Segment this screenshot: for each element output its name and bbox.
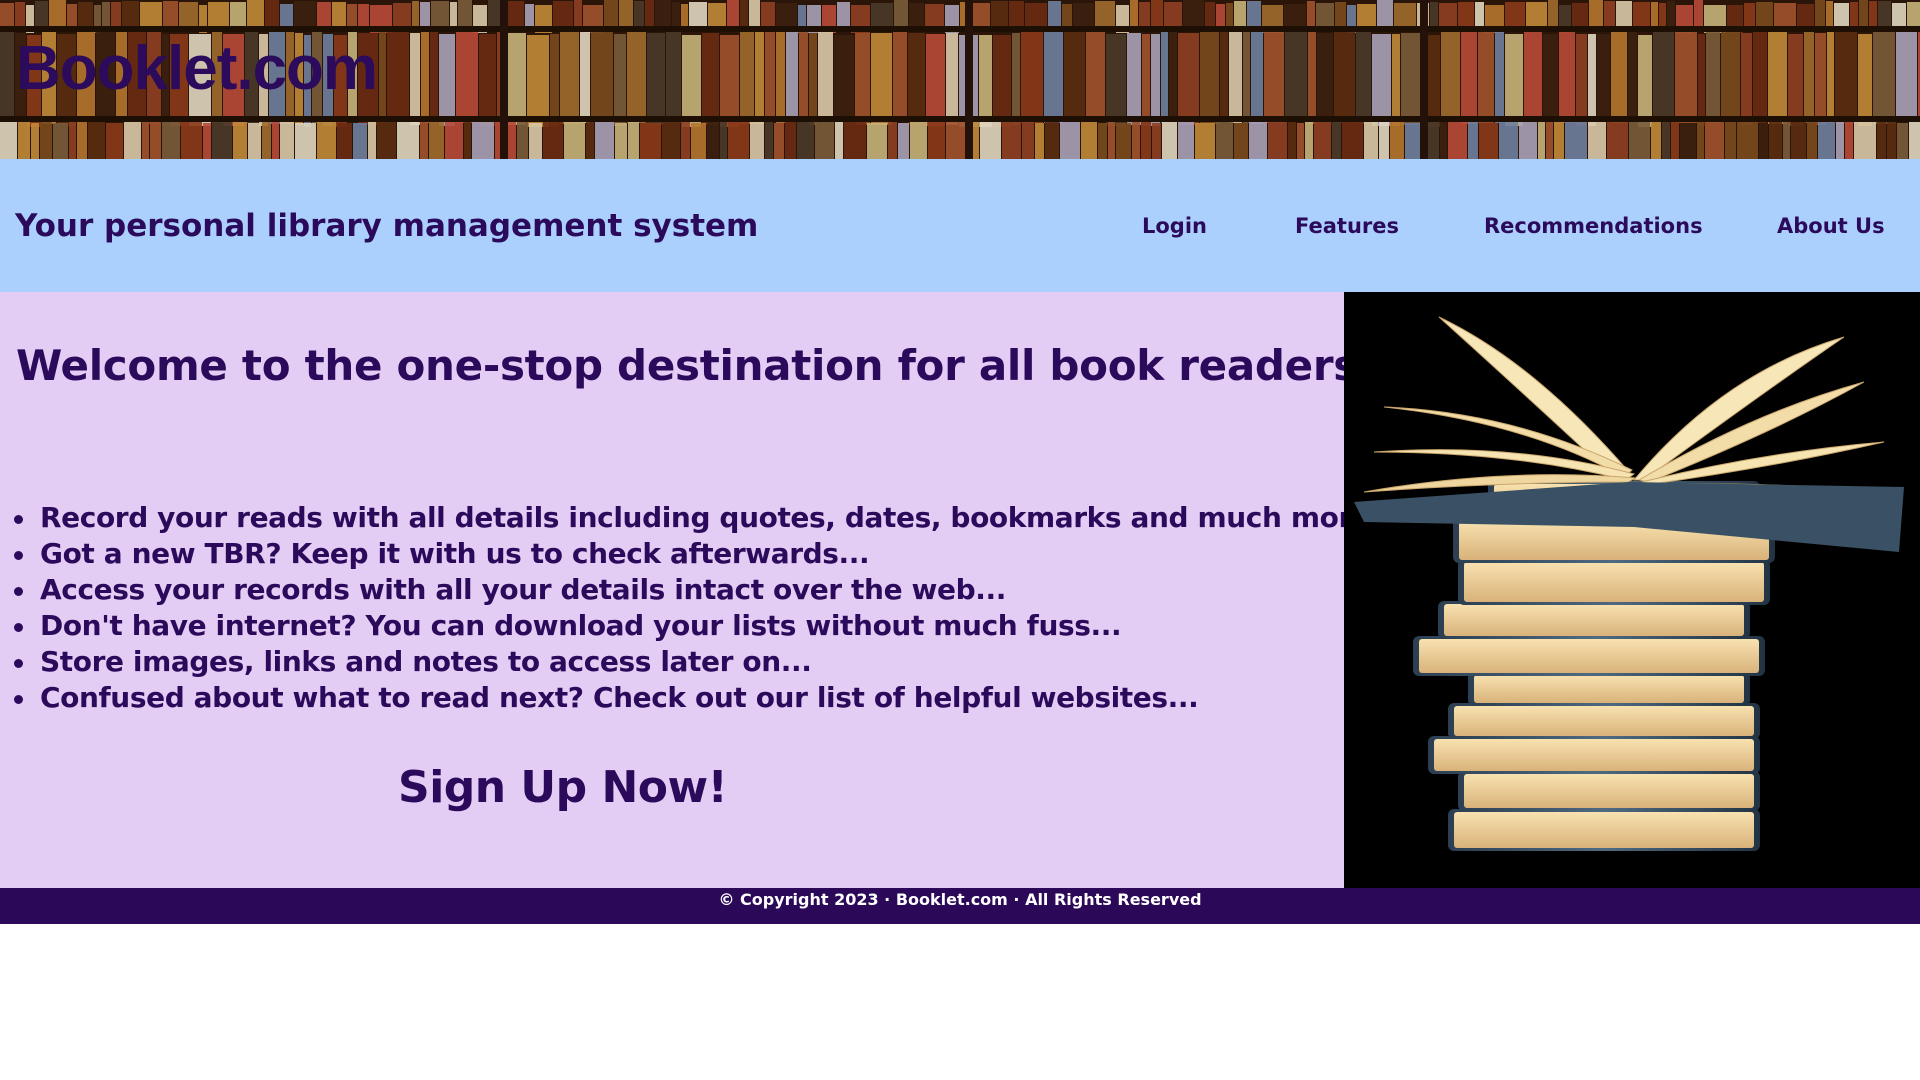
welcome-heading: Welcome to the one-stop destination for …	[16, 341, 1377, 390]
site-logo[interactable]: Booklet.com	[16, 38, 378, 100]
feature-list-item: Record your reads with all details inclu…	[12, 500, 1402, 536]
feature-text: Got a new TBR? Keep it with us to check …	[40, 537, 870, 570]
feature-text: Record your reads with all details inclu…	[40, 501, 1402, 534]
nav-features-link[interactable]: Features	[1295, 214, 1399, 238]
bullet-icon	[14, 551, 23, 560]
nav-about-us-link[interactable]: About Us	[1777, 214, 1885, 238]
bullet-icon	[14, 623, 23, 632]
bullet-icon	[14, 659, 23, 668]
feature-list-item: Don't have internet? You can download yo…	[12, 608, 1401, 644]
feature-list: Record your reads with all details inclu…	[12, 500, 1402, 716]
feature-list-item: Access your records with all your detail…	[12, 572, 1401, 608]
bullet-icon	[14, 515, 23, 524]
feature-text: Don't have internet? You can download yo…	[40, 609, 1122, 642]
sign-up-button[interactable]: Sign Up Now!	[398, 762, 728, 813]
bullet-icon	[14, 587, 23, 596]
site-footer: © Copyright 2023 · Booklet.com · All Rig…	[0, 888, 1920, 924]
feature-text: Store images, links and notes to access …	[40, 645, 812, 678]
hero-image	[1344, 292, 1920, 888]
copyright-text: © Copyright 2023 · Booklet.com · All Rig…	[718, 890, 1202, 909]
feature-text: Confused about what to read next? Check …	[40, 681, 1199, 714]
site-tagline: Your personal library management system	[15, 208, 759, 244]
feature-text: Access your records with all your detail…	[40, 573, 1006, 606]
book-stack-image	[1344, 292, 1920, 888]
header-banner: Booklet.com	[0, 0, 1920, 159]
nav-login-link[interactable]: Login	[1142, 214, 1207, 238]
nav-recommendations-link[interactable]: Recommendations	[1484, 214, 1703, 238]
feature-list-item: Confused about what to read next? Check …	[12, 680, 1401, 716]
feature-list-item: Got a new TBR? Keep it with us to check …	[12, 536, 1401, 572]
feature-list-item: Store images, links and notes to access …	[12, 644, 1401, 680]
bullet-icon	[14, 695, 23, 704]
